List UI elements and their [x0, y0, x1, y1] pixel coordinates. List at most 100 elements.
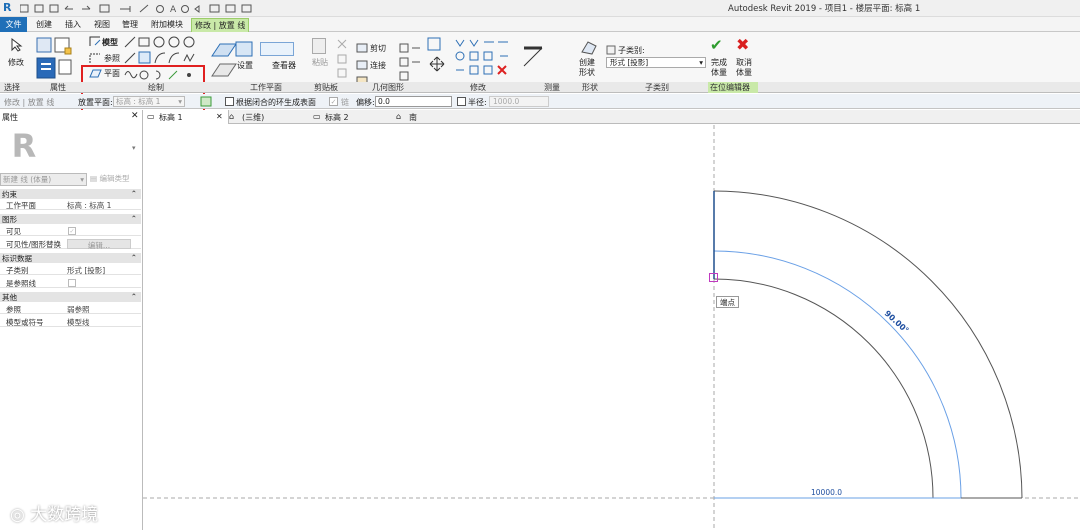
view-tab-south[interactable]: ⌂ 南 — [396, 110, 456, 124]
outer-arc[interactable] — [713, 190, 1023, 499]
radius-input[interactable]: 1000.0 — [489, 96, 549, 107]
property-value[interactable]: 弱参照 — [67, 304, 90, 315]
property-key: 可见 — [6, 227, 21, 236]
chevron-down-icon[interactable]: ▾ — [132, 144, 136, 152]
ribbon-tab-bar: 文件 创建 插入 视图 管理 附加模块 修改 | 放置 线 — [0, 17, 1080, 32]
radius-value: 1000.0 — [493, 97, 520, 106]
type-selector[interactable]: 新建 线 (体量) ▾ — [0, 173, 87, 186]
panel-label-inplace-editor: 在位编辑器 — [708, 82, 758, 93]
paste-label[interactable]: 粘贴 — [312, 57, 328, 68]
panel-label-clipboard: 剪贴板 — [314, 83, 338, 92]
edit-type-button[interactable]: ▤ 编辑类型 — [90, 173, 140, 186]
close-icon[interactable]: ✕ — [131, 111, 139, 121]
is-reference-checkbox[interactable] — [68, 279, 76, 287]
tab-insert[interactable]: 插入 — [65, 19, 81, 30]
reference-line-label[interactable]: 参照 — [104, 53, 120, 64]
drawing-canvas[interactable]: 90.00° 10000.0 — [143, 125, 1080, 530]
revit-logo-icon[interactable]: R — [3, 1, 11, 14]
panel-label-draw: 绘制 — [148, 83, 164, 92]
finish-mass-icon[interactable]: ✔ — [710, 36, 730, 54]
watermark-text: 大数跨境 — [30, 505, 99, 525]
create-form-icon[interactable] — [580, 38, 598, 56]
inner-arc[interactable] — [713, 278, 934, 499]
visible-checkbox[interactable]: ✓ — [68, 227, 76, 235]
workplane-set-label[interactable]: 设置 — [237, 60, 253, 71]
cursor-arrow-icon — [11, 37, 23, 52]
collapse-icon: ⌃ — [130, 189, 137, 198]
tab-addins[interactable]: 附加模块 — [151, 19, 183, 30]
property-value[interactable]: 模型线 — [67, 317, 90, 328]
type-selector-value: 新建 线 (体量) — [3, 175, 52, 184]
window-title: Autodesk Revit 2019 - 项目1 - 楼层平面: 标高 1 — [728, 4, 921, 14]
property-key: 子类别 — [6, 266, 29, 275]
closed-loop-checkbox[interactable] — [225, 97, 234, 106]
subcategory-select[interactable]: 形式 [投影] ▾ — [606, 57, 706, 68]
view-tab-bar: ▭ 标高 1 ✕ ⌂ (三维) ▭ 标高 2 ⌂ 南 — [143, 110, 1080, 124]
workplane-tools[interactable] — [208, 36, 258, 81]
panel-label-geometry: 几何图形 — [372, 83, 404, 92]
section-other[interactable]: 其他 ⌃ — [0, 292, 141, 302]
tab-file[interactable]: 文件 — [0, 17, 27, 32]
section-title: 标识数据 — [2, 254, 32, 263]
cut-icon[interactable] — [356, 42, 368, 54]
clipboard-small-tools[interactable] — [336, 38, 348, 82]
edit-visibility-button[interactable]: 编辑... — [67, 239, 131, 250]
offset-label: 偏移: — [356, 98, 375, 107]
workplane-toggle-icon[interactable] — [200, 96, 212, 107]
watermark-logo-icon: ◎ — [10, 505, 25, 525]
floor-plan-icon: ▭ — [313, 112, 321, 121]
modify-button[interactable] — [9, 37, 23, 54]
subcategory-label: 子类别: — [618, 46, 645, 55]
tab-modify-place-line[interactable]: 修改 | 放置 线 — [191, 18, 250, 32]
view-tab-label: 标高 1 — [159, 113, 183, 122]
cancel-mass-icon[interactable]: ✖ — [736, 35, 756, 54]
workplane-viewer-label[interactable]: 查看器 — [272, 60, 296, 71]
join-icon[interactable] — [356, 59, 368, 71]
tab-create[interactable]: 创建 — [36, 19, 52, 30]
ribbon-panel-labels: 选择 属性 绘制 工作平面 剪贴板 几何图形 修改 测量 形状 子类别 在位编辑… — [0, 82, 1080, 93]
section-identity-data[interactable]: 标识数据 ⌃ — [0, 253, 141, 263]
offset-input[interactable]: 0.0 — [375, 96, 452, 107]
view-tab-level-1[interactable]: ▭ 标高 1 ✕ — [143, 110, 229, 124]
geometry-side-tools[interactable] — [398, 42, 422, 82]
placement-plane-value: 标高 : 标高 1 — [116, 97, 161, 106]
panel-label-properties: 属性 — [50, 83, 66, 92]
property-row: 模型或符号 模型线 — [0, 317, 141, 327]
radius-checkbox[interactable] — [457, 97, 466, 106]
view-tab-label: 标高 2 — [325, 113, 349, 122]
section-constraints[interactable]: 约束 ⌃ — [0, 189, 141, 199]
modify-tools[interactable] — [426, 36, 558, 84]
join-label[interactable]: 连接 — [370, 60, 386, 71]
placement-plane-label: 放置平面: — [78, 98, 113, 107]
view-tab-3d[interactable]: ⌂ (三维) — [229, 110, 309, 124]
placement-plane-select[interactable]: 标高 : 标高 1 ▾ — [113, 96, 185, 107]
subcategory-value: 形式 [投影] — [610, 58, 649, 67]
tab-manage[interactable]: 管理 — [122, 19, 138, 30]
model-line-icon[interactable] — [88, 35, 102, 47]
close-icon[interactable]: ✕ — [216, 112, 223, 121]
finish-mass-label[interactable]: 完成 体量 — [711, 58, 727, 78]
tab-view[interactable]: 视图 — [94, 19, 110, 30]
property-value[interactable]: 标高 : 标高 1 — [67, 200, 111, 211]
workplane-viewer-icon[interactable] — [260, 42, 294, 56]
svg-text:A: A — [170, 5, 177, 14]
properties-tools[interactable] — [35, 36, 75, 81]
floor-plan-icon: ▭ — [147, 112, 155, 121]
paste-icon[interactable] — [312, 38, 326, 54]
section-graphics[interactable]: 图形 ⌃ — [0, 214, 141, 224]
subcategory-icon — [606, 45, 616, 55]
view-tab-level-2[interactable]: ▭ 标高 2 — [313, 110, 393, 124]
section-title: 图形 — [2, 215, 17, 224]
cancel-mass-label[interactable]: 取消 体量 — [736, 58, 752, 78]
context-label: 修改 | 放置 线 — [4, 98, 55, 107]
model-line-label[interactable]: 模型 — [102, 37, 118, 48]
chain-checkbox[interactable]: ✓ — [329, 97, 338, 106]
quick-access-toolbar[interactable]: A — [19, 4, 320, 15]
panel-label-select[interactable]: 选择 — [4, 82, 20, 93]
property-value[interactable]: 形式 [投影] — [67, 265, 105, 276]
reference-line-icon[interactable] — [88, 52, 102, 64]
title-bar: R A Autodesk Revit 2019 - 项目1 - 楼层平面: 标高… — [0, 0, 1080, 17]
create-form-label[interactable]: 创建 形状 — [579, 58, 595, 78]
cut-label[interactable]: 剪切 — [370, 43, 386, 54]
radius-label: 半径: — [468, 98, 487, 107]
